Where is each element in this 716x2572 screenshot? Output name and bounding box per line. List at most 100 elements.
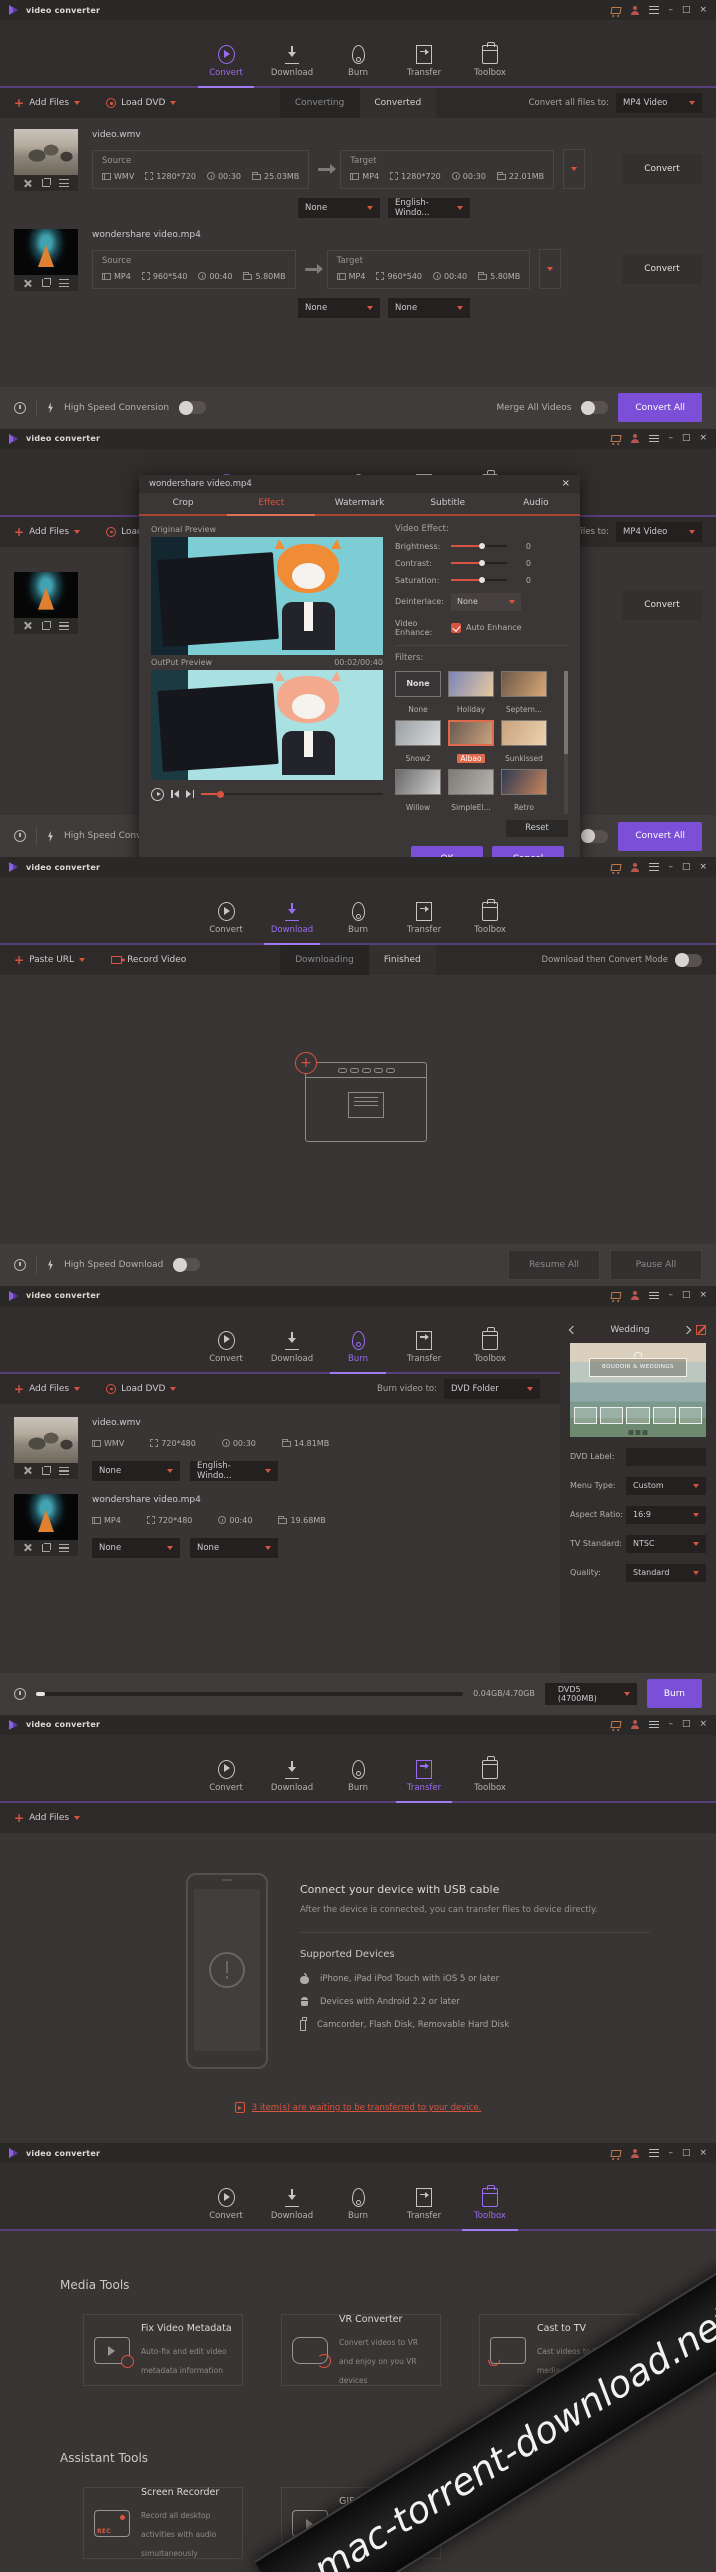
tab-toolbox[interactable]: Toolbox [463,1327,517,1364]
subtitle-select[interactable]: None [92,1538,180,1558]
trim-icon[interactable] [23,1543,32,1552]
menu-icon[interactable] [649,1721,659,1729]
schedule-icon[interactable] [14,402,26,414]
merge-toggle[interactable] [581,830,608,843]
tab-downloading[interactable]: Downloading [280,945,369,975]
record-video-button[interactable]: Record Video [111,955,186,965]
previous-frame-button[interactable] [171,790,179,798]
schedule-icon[interactable] [14,830,26,842]
tab-transfer[interactable]: Transfer [397,1760,451,1793]
target-format-button[interactable] [563,149,585,189]
output-format-select[interactable]: MP4 Video [616,522,702,542]
store-icon[interactable] [611,435,622,442]
brightness-slider[interactable] [451,545,507,547]
account-icon[interactable] [630,6,640,15]
trim-icon[interactable] [23,1466,32,1475]
account-icon[interactable] [630,863,640,872]
tab-burn[interactable]: Burn [331,45,385,78]
close-button[interactable]: × [699,2149,707,2158]
audio-select[interactable]: None [190,1538,278,1558]
filter-item-selected[interactable]: Aibao [448,720,494,765]
tab-download[interactable]: Download [265,1760,319,1793]
tab-download[interactable]: Download [265,902,319,935]
tab-converted[interactable]: Converted [359,88,436,118]
aspect-ratio-select[interactable]: 16:9 [626,1506,706,1524]
tab-watermark[interactable]: Watermark [315,493,403,514]
tab-transfer[interactable]: Transfer [397,45,451,78]
account-icon[interactable] [630,1291,640,1300]
filter-item[interactable]: Retro [501,769,547,814]
download-convert-mode-toggle[interactable] [675,954,702,967]
tab-transfer[interactable]: Transfer [397,2188,451,2221]
tab-finished[interactable]: Finished [369,945,436,975]
tab-transfer[interactable]: Transfer [397,902,451,935]
minimize-button[interactable]: – [668,6,673,15]
crop-icon[interactable] [42,622,50,630]
store-icon[interactable] [611,1721,622,1728]
load-dvd-button[interactable]: Load DVD [106,1384,176,1394]
tab-burn[interactable]: Burn [331,1760,385,1793]
high-speed-toggle[interactable] [179,401,206,414]
store-icon[interactable] [611,2150,622,2157]
previous-template-button[interactable] [569,1326,577,1334]
account-icon[interactable] [630,434,640,443]
reset-button[interactable]: Reset [506,820,568,837]
menu-icon[interactable] [649,863,659,871]
tool-card-fix-metadata[interactable]: Fix Video MetadataAuto-fix and edit vide… [83,2314,243,2386]
deinterlace-select[interactable]: None [451,593,521,611]
minimize-button[interactable]: – [668,434,673,443]
disc-type-select[interactable]: DVD5 (4700MB) [545,1683,637,1705]
tab-download[interactable]: Download [265,45,319,78]
trim-icon[interactable] [23,179,32,188]
dialog-close-button[interactable]: × [562,478,570,489]
filter-item[interactable]: SimpleEl... [448,769,494,814]
tab-burn[interactable]: Burn [331,2188,385,2221]
cancel-button[interactable]: Cancel [492,846,564,858]
tab-burn[interactable]: Burn [331,1331,385,1364]
tab-converting[interactable]: Converting [280,88,360,118]
tab-subtitle[interactable]: Subtitle [404,493,492,514]
resume-all-button[interactable]: Resume All [508,1250,600,1280]
add-files-button[interactable]: +Add Files [14,1812,80,1824]
close-button[interactable]: × [699,1291,707,1300]
menu-icon[interactable] [649,435,659,443]
audio-select[interactable]: English-Windo... [388,198,470,218]
tool-card-screen-recorder[interactable]: REC Screen RecorderRecord all desktop ac… [83,2487,243,2559]
next-frame-button[interactable] [186,790,194,798]
tab-effect[interactable]: Effect [227,493,315,514]
maximize-button[interactable]: □ [682,434,691,443]
subtitle-select[interactable]: None [92,1461,180,1481]
convert-all-button[interactable]: Convert All [618,822,702,851]
minimize-button[interactable]: – [668,863,673,872]
crop-icon[interactable] [42,279,50,287]
audio-select[interactable]: English-Windo... [190,1461,278,1481]
subtitle-select[interactable]: None [298,298,380,318]
paste-url-button[interactable]: +Paste URL [14,954,85,966]
filters-scrollbar[interactable] [564,671,568,814]
account-icon[interactable] [630,1720,640,1729]
tab-convert[interactable]: Convert [199,2188,253,2221]
pending-transfer-link[interactable]: 3 item(s) are waiting to be transferred … [0,2102,716,2113]
maximize-button[interactable]: □ [682,6,691,15]
menu-icon[interactable] [649,6,659,14]
play-button[interactable] [151,788,164,801]
maximize-button[interactable]: □ [682,863,691,872]
filter-item[interactable]: Sunkissed [501,720,547,765]
effects-icon[interactable] [59,622,69,630]
merge-toggle[interactable] [581,401,608,414]
minimize-button[interactable]: – [668,1291,673,1300]
account-icon[interactable] [630,2149,640,2158]
effects-icon[interactable] [59,179,69,187]
preview-controls[interactable] [629,1430,648,1435]
menu-type-select[interactable]: Custom [626,1477,706,1495]
tab-convert[interactable]: Convert [199,1760,253,1793]
tab-toolbox[interactable]: Toolbox [463,41,517,78]
convert-button[interactable]: Convert [622,590,702,620]
filter-item[interactable]: Willow [395,769,441,814]
crop-icon[interactable] [42,179,50,187]
filter-item[interactable]: Snow2 [395,720,441,765]
trim-icon[interactable] [23,621,32,630]
target-format-button[interactable] [539,249,561,289]
ok-button[interactable]: OK [411,846,483,858]
auto-enhance-checkbox[interactable] [451,623,461,633]
